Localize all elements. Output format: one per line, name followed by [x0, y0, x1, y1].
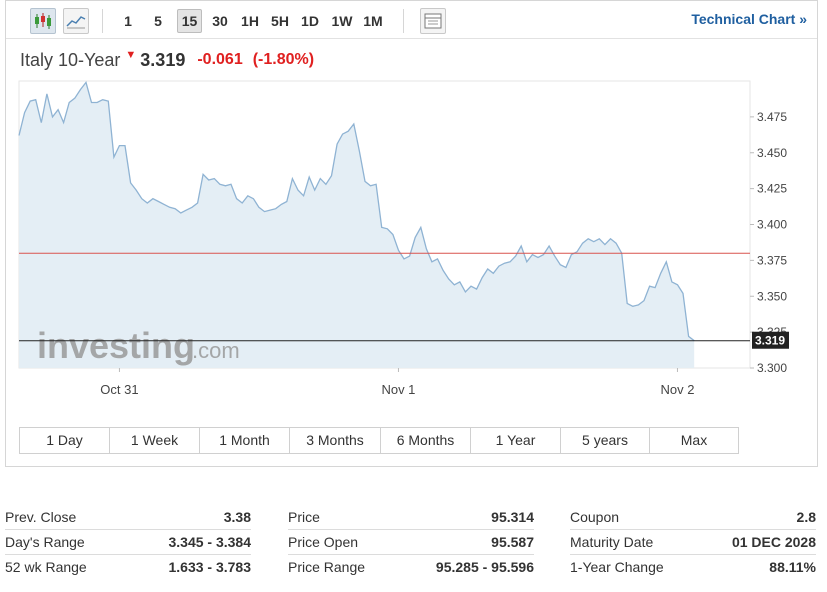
y-tick-label: 3.300 — [757, 361, 787, 375]
stat-value: 88.11% — [769, 559, 816, 575]
stat-value: 3.38 — [223, 509, 251, 525]
stat-value: 95.587 — [491, 534, 534, 550]
range-max[interactable]: Max — [650, 428, 738, 453]
stat-value: 2.8 — [796, 509, 816, 525]
stat-label: Maturity Date — [570, 534, 654, 550]
investing-watermark: investing — [37, 325, 195, 366]
range-6-months[interactable]: 6 Months — [381, 428, 471, 453]
range-5-years[interactable]: 5 years — [561, 428, 650, 453]
y-tick-label: 3.400 — [757, 218, 787, 232]
x-tick-label: Nov 1 — [381, 382, 415, 397]
range-3-months[interactable]: 3 Months — [290, 428, 381, 453]
stat-row-coupon: Coupon 2.8 — [570, 505, 816, 530]
stat-row-52wk-range: 52 wk Range 1.633 - 3.783 — [5, 555, 251, 580]
range-1-week[interactable]: 1 Week — [110, 428, 200, 453]
stat-value: 95.285 - 95.596 — [435, 559, 534, 575]
range-1-year[interactable]: 1 Year — [471, 428, 561, 453]
stat-value: 95.314 — [491, 509, 534, 525]
stat-row-days-range: Day's Range 3.345 - 3.384 — [5, 530, 251, 555]
stat-row-price: Price 95.314 — [288, 505, 534, 530]
y-tick-label: 3.350 — [757, 289, 787, 303]
current-price-label: 3.319 — [755, 334, 785, 348]
stat-row-prev-close: Prev. Close 3.38 — [5, 505, 251, 530]
stat-row-price-range: Price Range 95.285 - 95.596 — [288, 555, 534, 580]
stat-value: 1.633 - 3.783 — [168, 559, 251, 575]
x-tick-label: Nov 2 — [660, 382, 694, 397]
stat-label: Price — [288, 509, 320, 525]
stat-value: 3.345 - 3.384 — [168, 534, 251, 550]
stat-label: Price Range — [288, 559, 366, 575]
price-chart[interactable]: investing.com 3.475 3.450 3.425 3.400 3.375 3.… — [0, 0, 827, 410]
stat-label: Price Open — [288, 534, 359, 550]
stat-label: Day's Range — [5, 534, 85, 550]
y-tick-label: 3.425 — [757, 182, 787, 196]
range-1-day[interactable]: 1 Day — [20, 428, 110, 453]
y-tick-label: 3.475 — [757, 110, 787, 124]
y-tick-label: 3.375 — [757, 253, 787, 267]
stat-row-maturity-date: Maturity Date 01 DEC 2028 — [570, 530, 816, 555]
stat-label: 1-Year Change — [570, 559, 664, 575]
investing-watermark-suffix: .com — [192, 338, 240, 363]
range-selector: 1 Day 1 Week 1 Month 3 Months 6 Months 1… — [19, 427, 739, 454]
stat-label: Coupon — [570, 509, 620, 525]
stat-label: Prev. Close — [5, 509, 77, 525]
y-tick-label: 3.450 — [757, 146, 787, 160]
stat-row-1-year-change: 1-Year Change 88.11% — [570, 555, 816, 580]
stats-column: Price 95.314 Price Open 95.587 Price Range… — [288, 505, 534, 580]
x-tick-label: Oct 31 — [100, 382, 138, 397]
range-1-month[interactable]: 1 Month — [200, 428, 290, 453]
stat-value: 01 DEC 2028 — [731, 534, 816, 550]
stats-column: Coupon 2.8 Maturity Date 01 DEC 2028 1-Yea… — [570, 505, 816, 580]
stat-row-price-open: Price Open 95.587 — [288, 530, 534, 555]
stat-label: 52 wk Range — [5, 559, 87, 575]
stats-column: Prev. Close 3.38 Day's Range 3.345 - 3.384… — [5, 505, 251, 580]
